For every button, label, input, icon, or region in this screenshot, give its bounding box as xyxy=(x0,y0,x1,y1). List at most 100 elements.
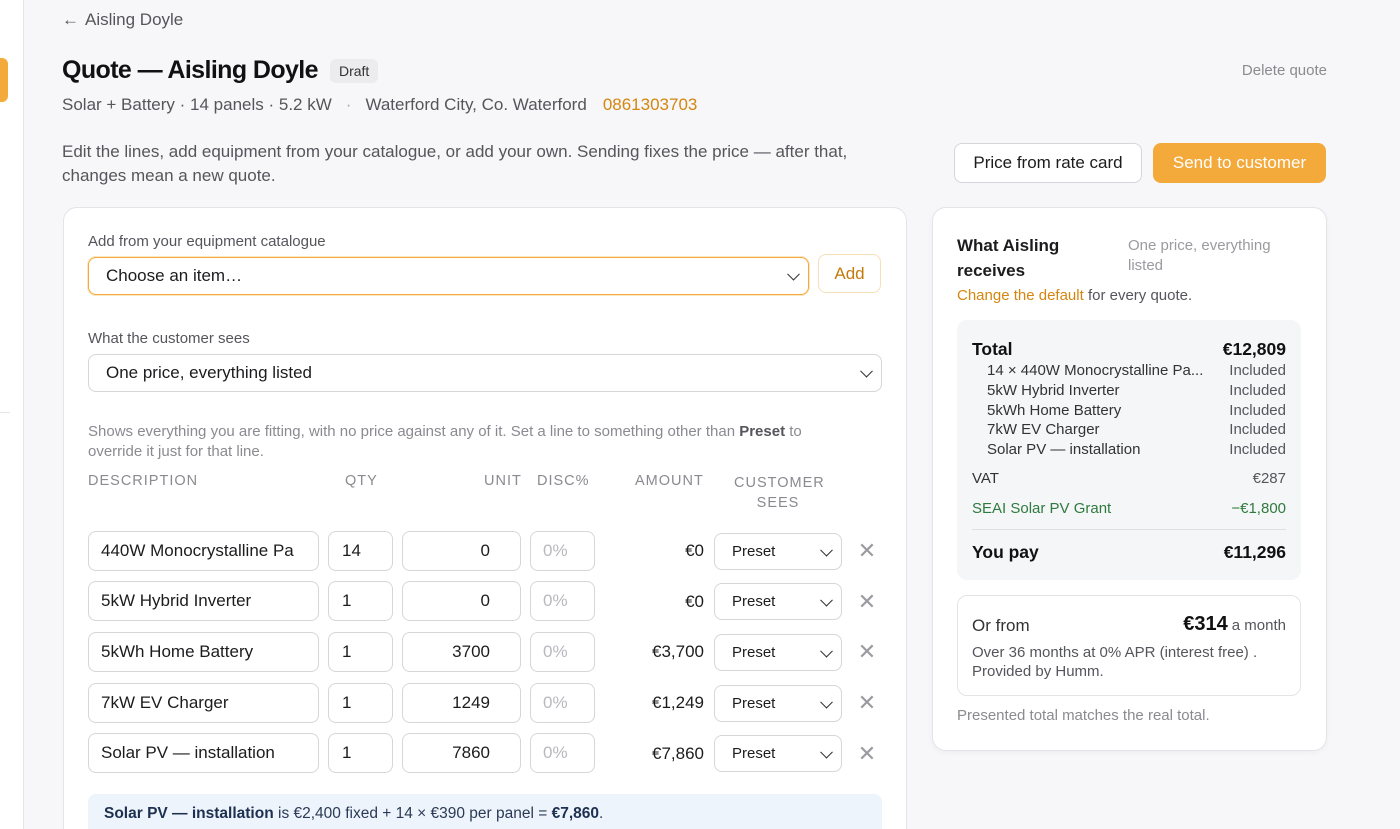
rail-active-indicator[interactable] xyxy=(0,58,8,102)
line-unit-input[interactable]: 7860 xyxy=(402,733,521,773)
total-match-note: Presented total matches the real total. xyxy=(957,707,1210,724)
line-disc-input[interactable]: 0% xyxy=(530,581,595,621)
catalogue-select-value: Choose an item… xyxy=(106,266,243,285)
vat-value: €287 xyxy=(1252,470,1286,487)
finance-price-value: €314 xyxy=(1183,613,1228,635)
summary-item-name: 5kWh Home Battery xyxy=(987,402,1122,419)
line-unit-input[interactable]: 3700 xyxy=(402,632,521,672)
line-description-input[interactable]: 5kW Hybrid Inverter xyxy=(88,581,319,621)
finance-price: €314 a month xyxy=(1183,613,1286,636)
line-unit-input[interactable]: 0 xyxy=(402,581,521,621)
line-customer-sees-value: Preset xyxy=(732,593,776,610)
info-result: €7,860 xyxy=(551,805,600,822)
line-amount: €7,860 xyxy=(652,744,704,763)
line-amount: €1,249 xyxy=(652,693,704,712)
location: Waterford City, Co. Waterford xyxy=(365,95,587,114)
remove-line-icon[interactable]: ✕ xyxy=(857,741,877,767)
chevron-down-icon xyxy=(787,267,800,281)
summary-item-value: Included xyxy=(1229,402,1286,419)
total-value: €12,809 xyxy=(1222,339,1286,359)
col-header-disc: DISC% xyxy=(537,473,590,489)
col-header-amount: AMOUNT xyxy=(635,473,704,489)
line-disc-input[interactable]: 0% xyxy=(530,632,595,672)
info-item: Solar PV — installation xyxy=(104,805,274,822)
send-to-customer-button[interactable]: Send to customer xyxy=(1153,143,1326,183)
page-description: Edit the lines, add equipment from your … xyxy=(62,142,848,185)
info-end: . xyxy=(599,805,604,822)
totals-divider xyxy=(972,529,1286,530)
line-customer-sees-select[interactable]: Preset xyxy=(714,583,842,620)
line-description-input[interactable]: 5kWh Home Battery xyxy=(88,632,319,672)
grant-label: SEAI Solar PV Grant xyxy=(972,500,1112,517)
col-header-customer-sees-line2: SEES xyxy=(756,495,800,511)
summary-item-value: Included xyxy=(1229,441,1286,458)
summary-mode: One price, everything listed xyxy=(1128,237,1271,274)
line-customer-sees-value: Preset xyxy=(732,543,776,560)
line-customer-sees-value: Preset xyxy=(732,644,776,661)
summary-item-row: 14 × 440W Monocrystalline Pa... Included xyxy=(972,362,1286,379)
summary-item-value: Included xyxy=(1229,382,1286,399)
add-item-button[interactable]: Add xyxy=(818,254,881,293)
col-header-customer-sees: CUSTOMER SEES xyxy=(734,473,824,513)
grant-row: SEAI Solar PV Grant −€1,800 xyxy=(972,500,1286,517)
summary-item-name: 14 × 440W Monocrystalline Pa... xyxy=(987,362,1204,379)
line-description-input[interactable]: Solar PV — installation xyxy=(88,733,319,773)
you-pay-label: You pay xyxy=(972,542,1039,562)
line-description-input[interactable]: 7kW EV Charger xyxy=(88,683,319,723)
pricing-info-banner: Solar PV — installation is €2,400 fixed … xyxy=(88,794,882,829)
remove-line-icon[interactable]: ✕ xyxy=(857,639,877,665)
finance-price-unit: a month xyxy=(1231,617,1286,634)
default-note-text: for every quote. xyxy=(1083,287,1193,304)
back-link[interactable]: ← Aisling Doyle xyxy=(62,10,183,30)
vat-label: VAT xyxy=(972,470,999,487)
hint-bold: Preset xyxy=(739,423,786,440)
hint-text: Shows everything you are fitting, with n… xyxy=(88,423,740,440)
customer-view-value: One price, everything listed xyxy=(106,363,312,382)
line-customer-sees-select[interactable]: Preset xyxy=(714,634,842,671)
delete-quote-button[interactable]: Delete quote xyxy=(1242,62,1327,79)
arrow-left-icon: ← xyxy=(62,10,79,29)
vat-row: VAT €287 xyxy=(972,470,1286,487)
customer-view-label: What the customer sees xyxy=(88,330,250,347)
subtitle-separator: · xyxy=(345,95,352,114)
summary-default-note: Change the default for every quote. xyxy=(957,287,1192,304)
line-customer-sees-select[interactable]: Preset xyxy=(714,735,842,772)
you-pay-row: You pay €11,296 xyxy=(972,542,1286,563)
line-unit-input[interactable]: 1249 xyxy=(402,683,521,723)
line-qty-input[interactable]: 1 xyxy=(328,632,393,672)
line-customer-sees-select[interactable]: Preset xyxy=(714,685,842,722)
line-disc-input[interactable]: 0% xyxy=(530,733,595,773)
chevron-down-icon xyxy=(820,745,833,759)
line-qty-input[interactable]: 1 xyxy=(328,683,393,723)
phone-link[interactable]: 0861303703 xyxy=(603,95,698,115)
finance-detail: Over 36 months at 0% APR (interest free)… xyxy=(972,644,1258,680)
chevron-down-icon xyxy=(820,543,833,557)
line-disc-input[interactable]: 0% xyxy=(530,683,595,723)
remove-line-icon[interactable]: ✕ xyxy=(857,690,877,716)
summary-item-row: 7kW EV Charger Included xyxy=(972,421,1286,438)
line-qty-input[interactable]: 14 xyxy=(328,531,393,571)
line-unit-input[interactable]: 0 xyxy=(402,531,521,571)
catalogue-select[interactable]: Choose an item… xyxy=(88,257,809,295)
status-badge: Draft xyxy=(329,58,379,83)
line-customer-sees-select[interactable]: Preset xyxy=(714,533,842,570)
change-default-link[interactable]: Change the default xyxy=(957,287,1084,304)
line-customer-sees-value: Preset xyxy=(732,695,776,712)
chevron-down-icon xyxy=(860,364,873,378)
info-text: is €2,400 fixed + 14 × €390 per panel = xyxy=(273,805,552,822)
line-disc-input[interactable]: 0% xyxy=(530,531,595,571)
chevron-down-icon xyxy=(820,644,833,658)
title-row: Quote — Aisling Doyle Draft xyxy=(62,56,379,85)
customer-view-select[interactable]: One price, everything listed xyxy=(88,354,882,392)
price-from-rate-card-button[interactable]: Price from rate card xyxy=(954,143,1142,183)
remove-line-icon[interactable]: ✕ xyxy=(857,538,877,564)
remove-line-icon[interactable]: ✕ xyxy=(857,589,877,615)
line-qty-input[interactable]: 1 xyxy=(328,733,393,773)
summary-item-name: 5kW Hybrid Inverter xyxy=(987,382,1120,399)
summary-item-name: 7kW EV Charger xyxy=(987,421,1100,438)
line-description-input[interactable]: 440W Monocrystalline Pa xyxy=(88,531,319,571)
finance-label: Or from xyxy=(972,616,1030,635)
catalogue-label: Add from your equipment catalogue xyxy=(88,233,326,250)
line-qty-input[interactable]: 1 xyxy=(328,581,393,621)
summary-item-value: Included xyxy=(1229,362,1286,379)
